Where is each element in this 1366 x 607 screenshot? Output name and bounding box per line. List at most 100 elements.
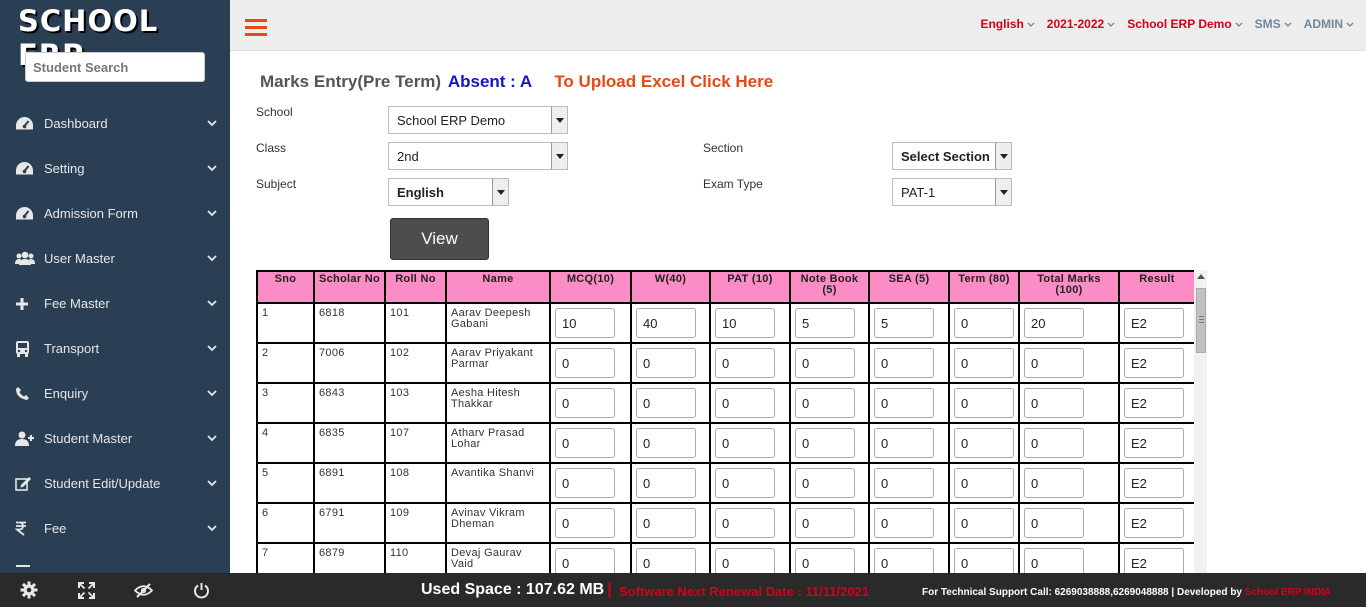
sea-input[interactable] [874,428,934,458]
mcq-input[interactable] [555,508,615,538]
pat-input[interactable] [715,468,775,498]
absent-note: Absent : A [447,72,532,91]
chevron-down-icon [1027,22,1035,27]
upload-excel-link[interactable]: To Upload Excel Click Here [554,72,773,91]
w-input[interactable] [636,348,696,378]
w-cell [630,302,711,344]
pat-input[interactable] [715,388,775,418]
w-input[interactable] [636,308,696,338]
sidebar-item-user-master[interactable]: User Master [0,236,230,281]
total-marks-input[interactable] [1024,548,1084,573]
result-input[interactable] [1124,348,1184,378]
sidebar-item-fee-master[interactable]: Fee Master [0,281,230,326]
term-input[interactable] [954,508,1014,538]
mcq-input[interactable] [555,388,615,418]
session-dropdown[interactable]: 2021-2022 [1047,17,1115,31]
sea-input[interactable] [874,348,934,378]
sidebar-item-dashboard[interactable]: Dashboard [0,101,230,146]
school-dropdown[interactable]: School ERP Demo [1127,17,1243,31]
sea-input[interactable] [874,508,934,538]
result-input[interactable] [1124,548,1184,573]
result-input[interactable] [1124,468,1184,498]
sidebar-item-transport[interactable]: Transport [0,326,230,371]
notebook-input[interactable] [795,428,855,458]
developer-link[interactable]: School ERP INDIA [1245,587,1332,598]
table-scrollbar[interactable] [1194,270,1207,573]
result-input[interactable] [1124,388,1184,418]
fullscreen-icon[interactable] [77,581,95,599]
sidebar-item-fee[interactable]: Fee [0,506,230,551]
result-input[interactable] [1124,508,1184,538]
total-marks-input[interactable] [1024,348,1084,378]
language-dropdown[interactable]: English [980,17,1035,31]
w-input[interactable] [636,548,696,573]
users-icon [15,251,44,266]
sea-input[interactable] [874,468,934,498]
notebook-input[interactable] [795,548,855,573]
eye-slash-icon[interactable] [134,582,154,599]
term-input[interactable] [954,548,1014,573]
total-marks-input[interactable] [1024,468,1084,498]
view-button[interactable]: View [390,218,489,260]
mcq-cell [549,382,632,424]
sea-input[interactable] [874,308,934,338]
term-input[interactable] [954,388,1014,418]
scroll-up-icon[interactable] [1197,274,1205,279]
notebook-input[interactable] [795,468,855,498]
term-input[interactable] [954,308,1014,338]
total-marks-input[interactable] [1024,508,1084,538]
term-input[interactable] [954,348,1014,378]
dropdown-arrow-icon [995,143,1011,169]
sidebar-item-setting[interactable]: Setting [0,146,230,191]
term-input[interactable] [954,428,1014,458]
sno-cell: 2 [256,342,315,384]
notebook-input[interactable] [795,388,855,418]
sms-dropdown[interactable]: SMS [1255,17,1292,31]
total-marks-input[interactable] [1024,428,1084,458]
class-select[interactable]: 2nd [388,142,568,170]
w-input[interactable] [636,468,696,498]
total-marks-input[interactable] [1024,308,1084,338]
mcq-input[interactable] [555,348,615,378]
mcq-input[interactable] [555,308,615,338]
result-input[interactable] [1124,308,1184,338]
chevron-down-icon [194,345,230,352]
notebook-input[interactable] [795,508,855,538]
pat-cell [709,302,791,344]
total-marks-input[interactable] [1024,388,1084,418]
sidebar-item-student-master[interactable]: Student Master [0,416,230,461]
term-input[interactable] [954,468,1014,498]
school-select[interactable]: School ERP Demo [388,106,568,134]
sidebar-item-label: Student Edit/Update [44,476,161,491]
menu-toggle-icon[interactable] [245,19,267,37]
mcq-input[interactable] [555,548,615,573]
w-input[interactable] [636,388,696,418]
pat-input[interactable] [715,508,775,538]
notebook-cell [789,302,870,344]
scrollbar-thumb[interactable] [1196,288,1206,353]
mcq-input[interactable] [555,428,615,458]
settings-gear-icon[interactable] [20,581,38,599]
section-select[interactable]: Select Section [892,142,1012,170]
pat-input[interactable] [715,348,775,378]
exam-type-select[interactable]: PAT-1 [892,178,1012,206]
student-search-input[interactable] [25,52,205,82]
notebook-input[interactable] [795,348,855,378]
sea-input[interactable] [874,548,934,573]
w-input[interactable] [636,428,696,458]
mcq-input[interactable] [555,468,615,498]
table-row: 3 6843 103 Aesha Hitesh Thakkar [256,382,1196,424]
w-input[interactable] [636,508,696,538]
sidebar-item-admission-form[interactable]: Admission Form [0,191,230,236]
pat-input[interactable] [715,548,775,573]
notebook-input[interactable] [795,308,855,338]
result-input[interactable] [1124,428,1184,458]
pat-input[interactable] [715,428,775,458]
user-dropdown[interactable]: ADMIN [1304,17,1354,31]
sidebar-item-student-edit-update[interactable]: Student Edit/Update [0,461,230,506]
pat-input[interactable] [715,308,775,338]
sidebar-item-enquiry[interactable]: Enquiry [0,371,230,416]
sea-input[interactable] [874,388,934,418]
subject-select[interactable]: English [388,178,509,206]
power-off-icon[interactable] [193,582,210,599]
